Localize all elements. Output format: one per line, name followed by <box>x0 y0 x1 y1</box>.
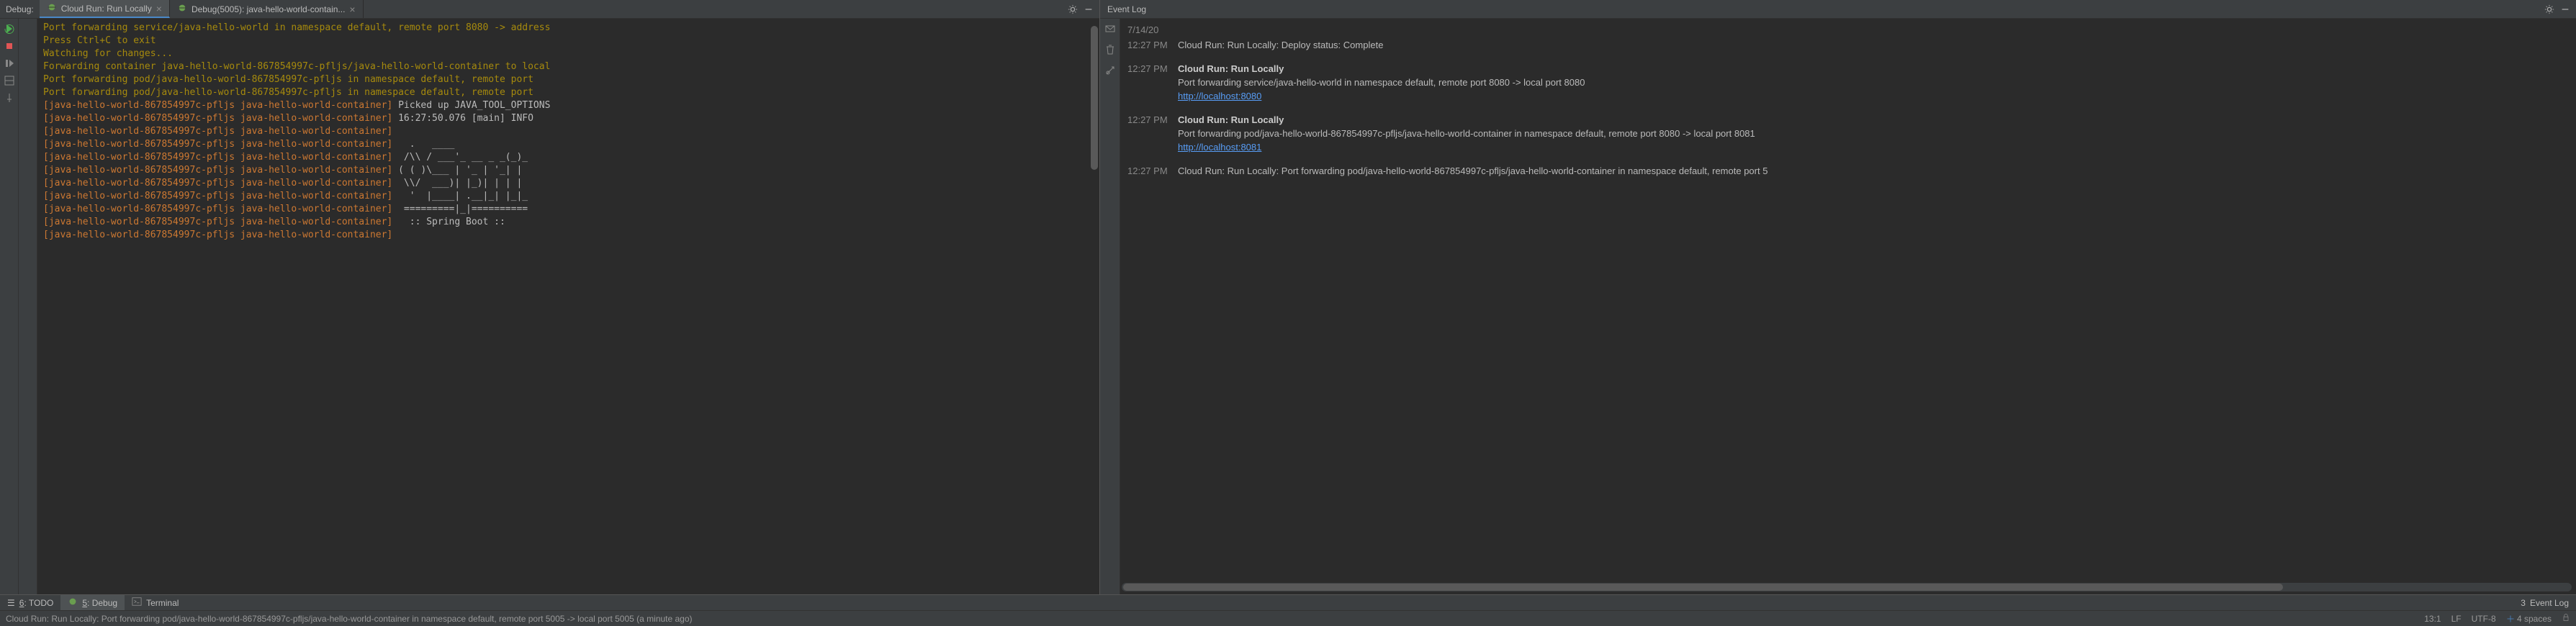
debug-output-gutter <box>19 19 37 594</box>
event-title: Cloud Run: Run Locally <box>1178 113 1755 127</box>
tw-todo-label: : TODO <box>24 598 53 608</box>
console-output[interactable]: Port forwarding service/java-hello-world… <box>37 19 1099 594</box>
debug-label: Debug: <box>0 4 40 14</box>
debug-body: Port forwarding service/java-hello-world… <box>0 19 1099 594</box>
rerun-icon[interactable] <box>4 23 15 35</box>
console-line: Port forwarding service/java-hello-world… <box>43 22 1094 35</box>
tw-eventlog-label: Event Log <box>2530 598 2569 608</box>
debug-tabs-header: Debug: Cloud Run: Run Locally × Debug(50… <box>0 0 1099 19</box>
tw-debug[interactable]: 5: Debug <box>60 595 125 610</box>
list-icon: ☰ <box>7 598 15 608</box>
indent-indicator[interactable]: 4 spaces <box>2506 614 2552 624</box>
horizontal-scrollbar[interactable] <box>1122 583 2572 591</box>
minimize-icon[interactable] <box>1084 4 1094 14</box>
event-log-body: 7/14/20 12:27 PM Cloud Run: Run Locally: … <box>1100 19 2576 594</box>
event-time: 12:27 PM <box>1127 62 1171 103</box>
debug-panel: Debug: Cloud Run: Run Locally × Debug(50… <box>0 0 1100 594</box>
console-line: [java-hello-world-867854997c-pfljs java-… <box>43 177 1094 190</box>
console-line: [java-hello-world-867854997c-pfljs java-… <box>43 190 1094 203</box>
line-sep[interactable]: LF <box>2451 614 2462 624</box>
event-badge: 3 <box>2521 598 2526 608</box>
gear-icon[interactable] <box>2544 4 2554 14</box>
bug-icon <box>68 596 78 609</box>
console-line: Press Ctrl+C to exit <box>43 35 1094 47</box>
tw-todo[interactable]: ☰ 6: TODO <box>0 595 60 610</box>
event-title: Cloud Run: Run Locally: Deploy status: C… <box>1178 38 1383 52</box>
console-line: [java-hello-world-867854997c-pfljs java-… <box>43 125 1094 138</box>
cursor-pos[interactable]: 13:1 <box>2424 614 2441 624</box>
event-entry: 12:27 PM Cloud Run: Run LocallyPort forwa… <box>1127 113 2569 154</box>
event-entry: 12:27 PM Cloud Run: Run LocallyPort forwa… <box>1127 62 2569 103</box>
tab-debug-5005[interactable]: Debug(5005): java-hello-world-contain...… <box>170 0 364 18</box>
console-line: Watching for changes... <box>43 47 1094 60</box>
event-log-content[interactable]: 7/14/20 12:27 PM Cloud Run: Run Locally: … <box>1120 19 2576 594</box>
console-line: Port forwarding pod/java-hello-world-867… <box>43 86 1094 99</box>
settings-icon[interactable] <box>1104 65 1116 78</box>
event-time: 12:27 PM <box>1127 164 1171 178</box>
console-line: [java-hello-world-867854997c-pfljs java-… <box>43 164 1094 177</box>
event-time: 12:27 PM <box>1127 113 1171 154</box>
resume-icon[interactable] <box>4 58 15 69</box>
pin-icon[interactable] <box>4 92 15 104</box>
bug-icon <box>177 3 187 15</box>
event-body-line: Port forwarding service/java-hello-world… <box>1178 76 1585 89</box>
event-title: Cloud Run: Run Locally: Port forwarding … <box>1178 164 1767 178</box>
console-line: [java-hello-world-867854997c-pfljs java-… <box>43 99 1094 112</box>
console-line: [java-hello-world-867854997c-pfljs java-… <box>43 216 1094 229</box>
bug-icon <box>47 2 57 14</box>
tw-terminal[interactable]: Terminal <box>125 595 186 610</box>
console-line: Port forwarding pod/java-hello-world-867… <box>43 73 1094 86</box>
tw-debug-label: : Debug <box>87 598 117 608</box>
tool-window-bar: ☰ 6: TODO 5: Debug Terminal 3 Event Log <box>0 594 2576 610</box>
tw-event-log[interactable]: 3 Event Log <box>2513 595 2576 610</box>
console-line: [java-hello-world-867854997c-pfljs java-… <box>43 151 1094 164</box>
event-body-line: Port forwarding pod/java-hello-world-867… <box>1178 127 1755 140</box>
encoding[interactable]: UTF-8 <box>2472 614 2496 624</box>
event-log-header: Event Log <box>1100 0 2576 19</box>
mark-read-icon[interactable] <box>1104 23 1116 37</box>
event-date: 7/14/20 <box>1127 23 2569 37</box>
event-entry: 12:27 PM Cloud Run: Run Locally: Deploy s… <box>1127 38 2569 52</box>
tab-label: Debug(5005): java-hello-world-contain... <box>192 4 345 14</box>
console-line: [java-hello-world-867854997c-pfljs java-… <box>43 138 1094 151</box>
event-entry: 12:27 PM Cloud Run: Run Locally: Port for… <box>1127 164 2569 178</box>
tab-cloud-run[interactable]: Cloud Run: Run Locally × <box>40 0 170 18</box>
event-time: 12:27 PM <box>1127 38 1171 52</box>
debug-run-gutter <box>0 19 19 594</box>
scrollbar-thumb[interactable] <box>1091 26 1098 170</box>
console-line: Forwarding container java-hello-world-86… <box>43 60 1094 73</box>
minimize-icon[interactable] <box>2560 4 2570 14</box>
close-icon[interactable]: × <box>349 4 355 15</box>
console-line: [java-hello-world-867854997c-pfljs java-… <box>43 229 1094 242</box>
event-link[interactable]: http://localhost:8080 <box>1178 89 1585 103</box>
status-message: Cloud Run: Run Locally: Port forwarding … <box>6 614 693 624</box>
event-log-title: Event Log <box>1100 4 1153 14</box>
tw-terminal-label: Terminal <box>146 598 179 608</box>
gear-icon[interactable] <box>1068 4 1078 14</box>
event-title: Cloud Run: Run Locally <box>1178 62 1585 76</box>
tab-label: Cloud Run: Run Locally <box>61 4 152 14</box>
status-bar: Cloud Run: Run Locally: Port forwarding … <box>0 610 2576 626</box>
layout-icon[interactable] <box>4 75 15 86</box>
scrollbar-thumb[interactable] <box>1123 584 2283 591</box>
trash-icon[interactable] <box>1104 44 1116 58</box>
console-line: [java-hello-world-867854997c-pfljs java-… <box>43 203 1094 216</box>
console-line: [java-hello-world-867854997c-pfljs java-… <box>43 112 1094 125</box>
stop-icon[interactable] <box>4 40 15 52</box>
event-log-panel: Event Log 7/14/20 12:27 PM Cloud Run: Run… <box>1100 0 2576 594</box>
lock-icon[interactable] <box>2562 613 2570 624</box>
event-gutter <box>1100 19 1120 594</box>
event-link[interactable]: http://localhost:8081 <box>1178 140 1755 154</box>
close-icon[interactable]: × <box>156 3 162 14</box>
terminal-icon <box>132 596 142 609</box>
